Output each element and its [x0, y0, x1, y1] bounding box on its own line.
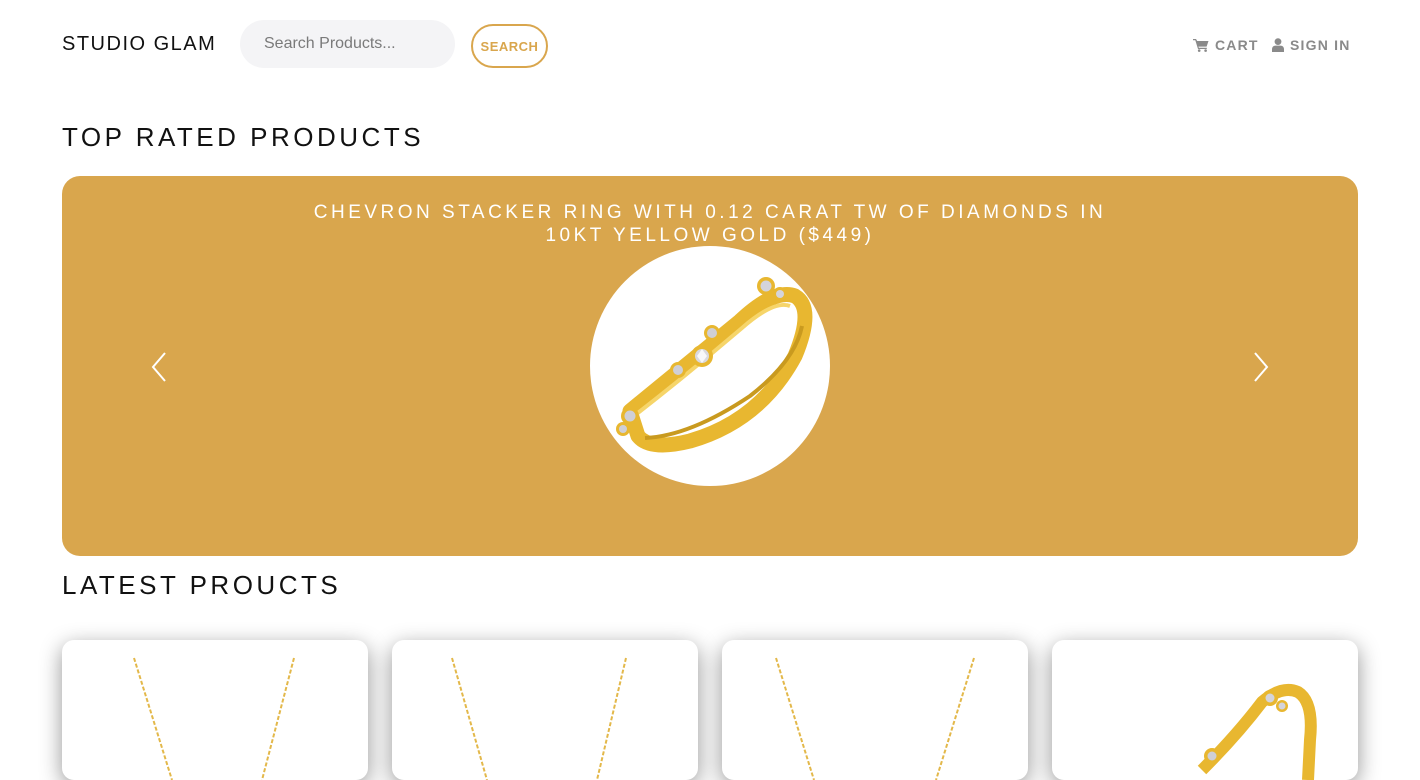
- ring-image: [1197, 684, 1317, 780]
- user-icon: [1272, 38, 1284, 52]
- slide-product-image[interactable]: [590, 246, 830, 486]
- sign-in-link[interactable]: SIGN IN: [1272, 36, 1351, 54]
- top-rated-title: TOP RATED PRODUCTS: [62, 122, 425, 152]
- latest-products-grid: [62, 640, 1358, 780]
- product-card[interactable]: [722, 640, 1028, 780]
- product-card[interactable]: [62, 640, 368, 780]
- search-button[interactable]: SEARCH: [471, 24, 548, 68]
- necklace-image: [133, 657, 295, 780]
- product-card[interactable]: [1052, 640, 1358, 780]
- carousel-prev-button[interactable]: [144, 350, 174, 384]
- sign-in-label: SIGN IN: [1290, 37, 1351, 53]
- brand-logo[interactable]: STUDIO GLAM: [62, 33, 216, 56]
- necklace-image: [775, 657, 975, 780]
- chevron-right-icon: [1254, 352, 1269, 382]
- shopping-cart-icon: [1193, 39, 1209, 52]
- cart-link[interactable]: CART: [1193, 36, 1259, 54]
- top-rated-carousel: CHEVRON STACKER RING WITH 0.12 CARAT TW …: [62, 176, 1358, 556]
- slide-caption[interactable]: CHEVRON STACKER RING WITH 0.12 CARAT TW …: [280, 201, 1140, 247]
- necklace-image: [451, 657, 627, 780]
- search-input[interactable]: [240, 20, 455, 68]
- ring-image: [616, 277, 813, 453]
- latest-products-title: LATEST PROUCTS: [62, 570, 342, 600]
- chevron-left-icon: [151, 352, 166, 382]
- product-card[interactable]: [392, 640, 698, 780]
- header: STUDIO GLAM SEARCH CART SIGN IN: [0, 0, 1420, 90]
- cart-label: CART: [1215, 37, 1259, 53]
- carousel-next-button[interactable]: [1246, 350, 1276, 384]
